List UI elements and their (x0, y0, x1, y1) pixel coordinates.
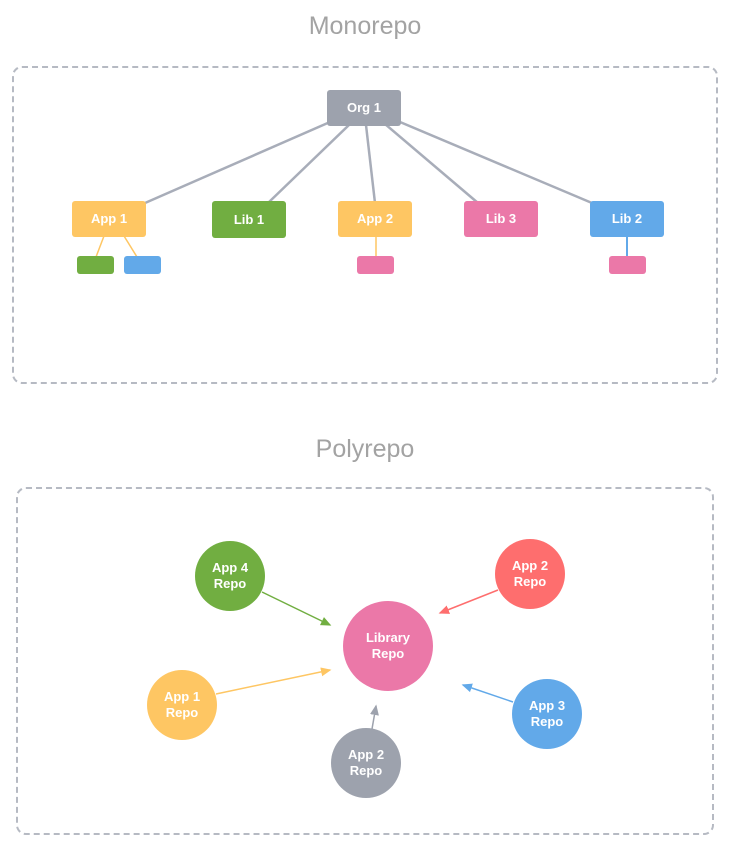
library-repo-label-2: Repo (371, 646, 405, 661)
app2-repo-gray-label-1: App 2 (347, 747, 385, 762)
lib2-dep-pink (609, 256, 646, 274)
app1-dep-green (77, 256, 114, 274)
app2-dep-pink (357, 256, 394, 274)
app2-repo-gray-label-2: Repo (349, 763, 383, 778)
app1-repo-label-1: App 1 (163, 689, 201, 704)
app1-repo-node[interactable]: App 1 Repo (147, 670, 217, 740)
app4-repo-node[interactable]: App 4 Repo (195, 541, 265, 611)
app1-repo-label-2: Repo (165, 705, 199, 720)
edge-org-lib1 (267, 123, 351, 204)
app4-repo-label-1: App 4 (211, 560, 249, 575)
library-repo-label-1: Library (365, 630, 411, 645)
app2-repo-gray-node[interactable]: App 2 Repo (331, 728, 401, 798)
edge-app1-dep1 (95, 235, 105, 258)
app1-dep-blue (124, 256, 161, 274)
app2-repo-red-label-2: Repo (513, 574, 547, 589)
app1-node[interactable]: App 1 (72, 201, 146, 237)
app2-repo-red-node[interactable]: App 2 Repo (495, 539, 565, 609)
lib2-node[interactable]: Lib 2 (590, 201, 664, 237)
polyrepo-title: Polyrepo (315, 435, 415, 463)
app3-repo-label-1: App 3 (528, 698, 566, 713)
library-repo-node[interactable]: Library Repo (343, 601, 433, 691)
edge-app1-dep2 (123, 235, 138, 258)
app2-repo-red-label-1: App 2 (511, 558, 549, 573)
app4-repo-label-2: Repo (213, 576, 247, 591)
lib1-node[interactable]: Lib 1 (212, 201, 286, 238)
lib3-node[interactable]: Lib 3 (464, 201, 538, 237)
app3-repo-node[interactable]: App 3 Repo (512, 679, 582, 749)
org-node[interactable]: Org 1 (327, 90, 401, 126)
app2-node[interactable]: App 2 (338, 201, 412, 237)
edge-org-app1 (144, 120, 331, 205)
edge-org-app2 (364, 124, 377, 204)
app3-repo-label-2: Repo (530, 714, 564, 729)
